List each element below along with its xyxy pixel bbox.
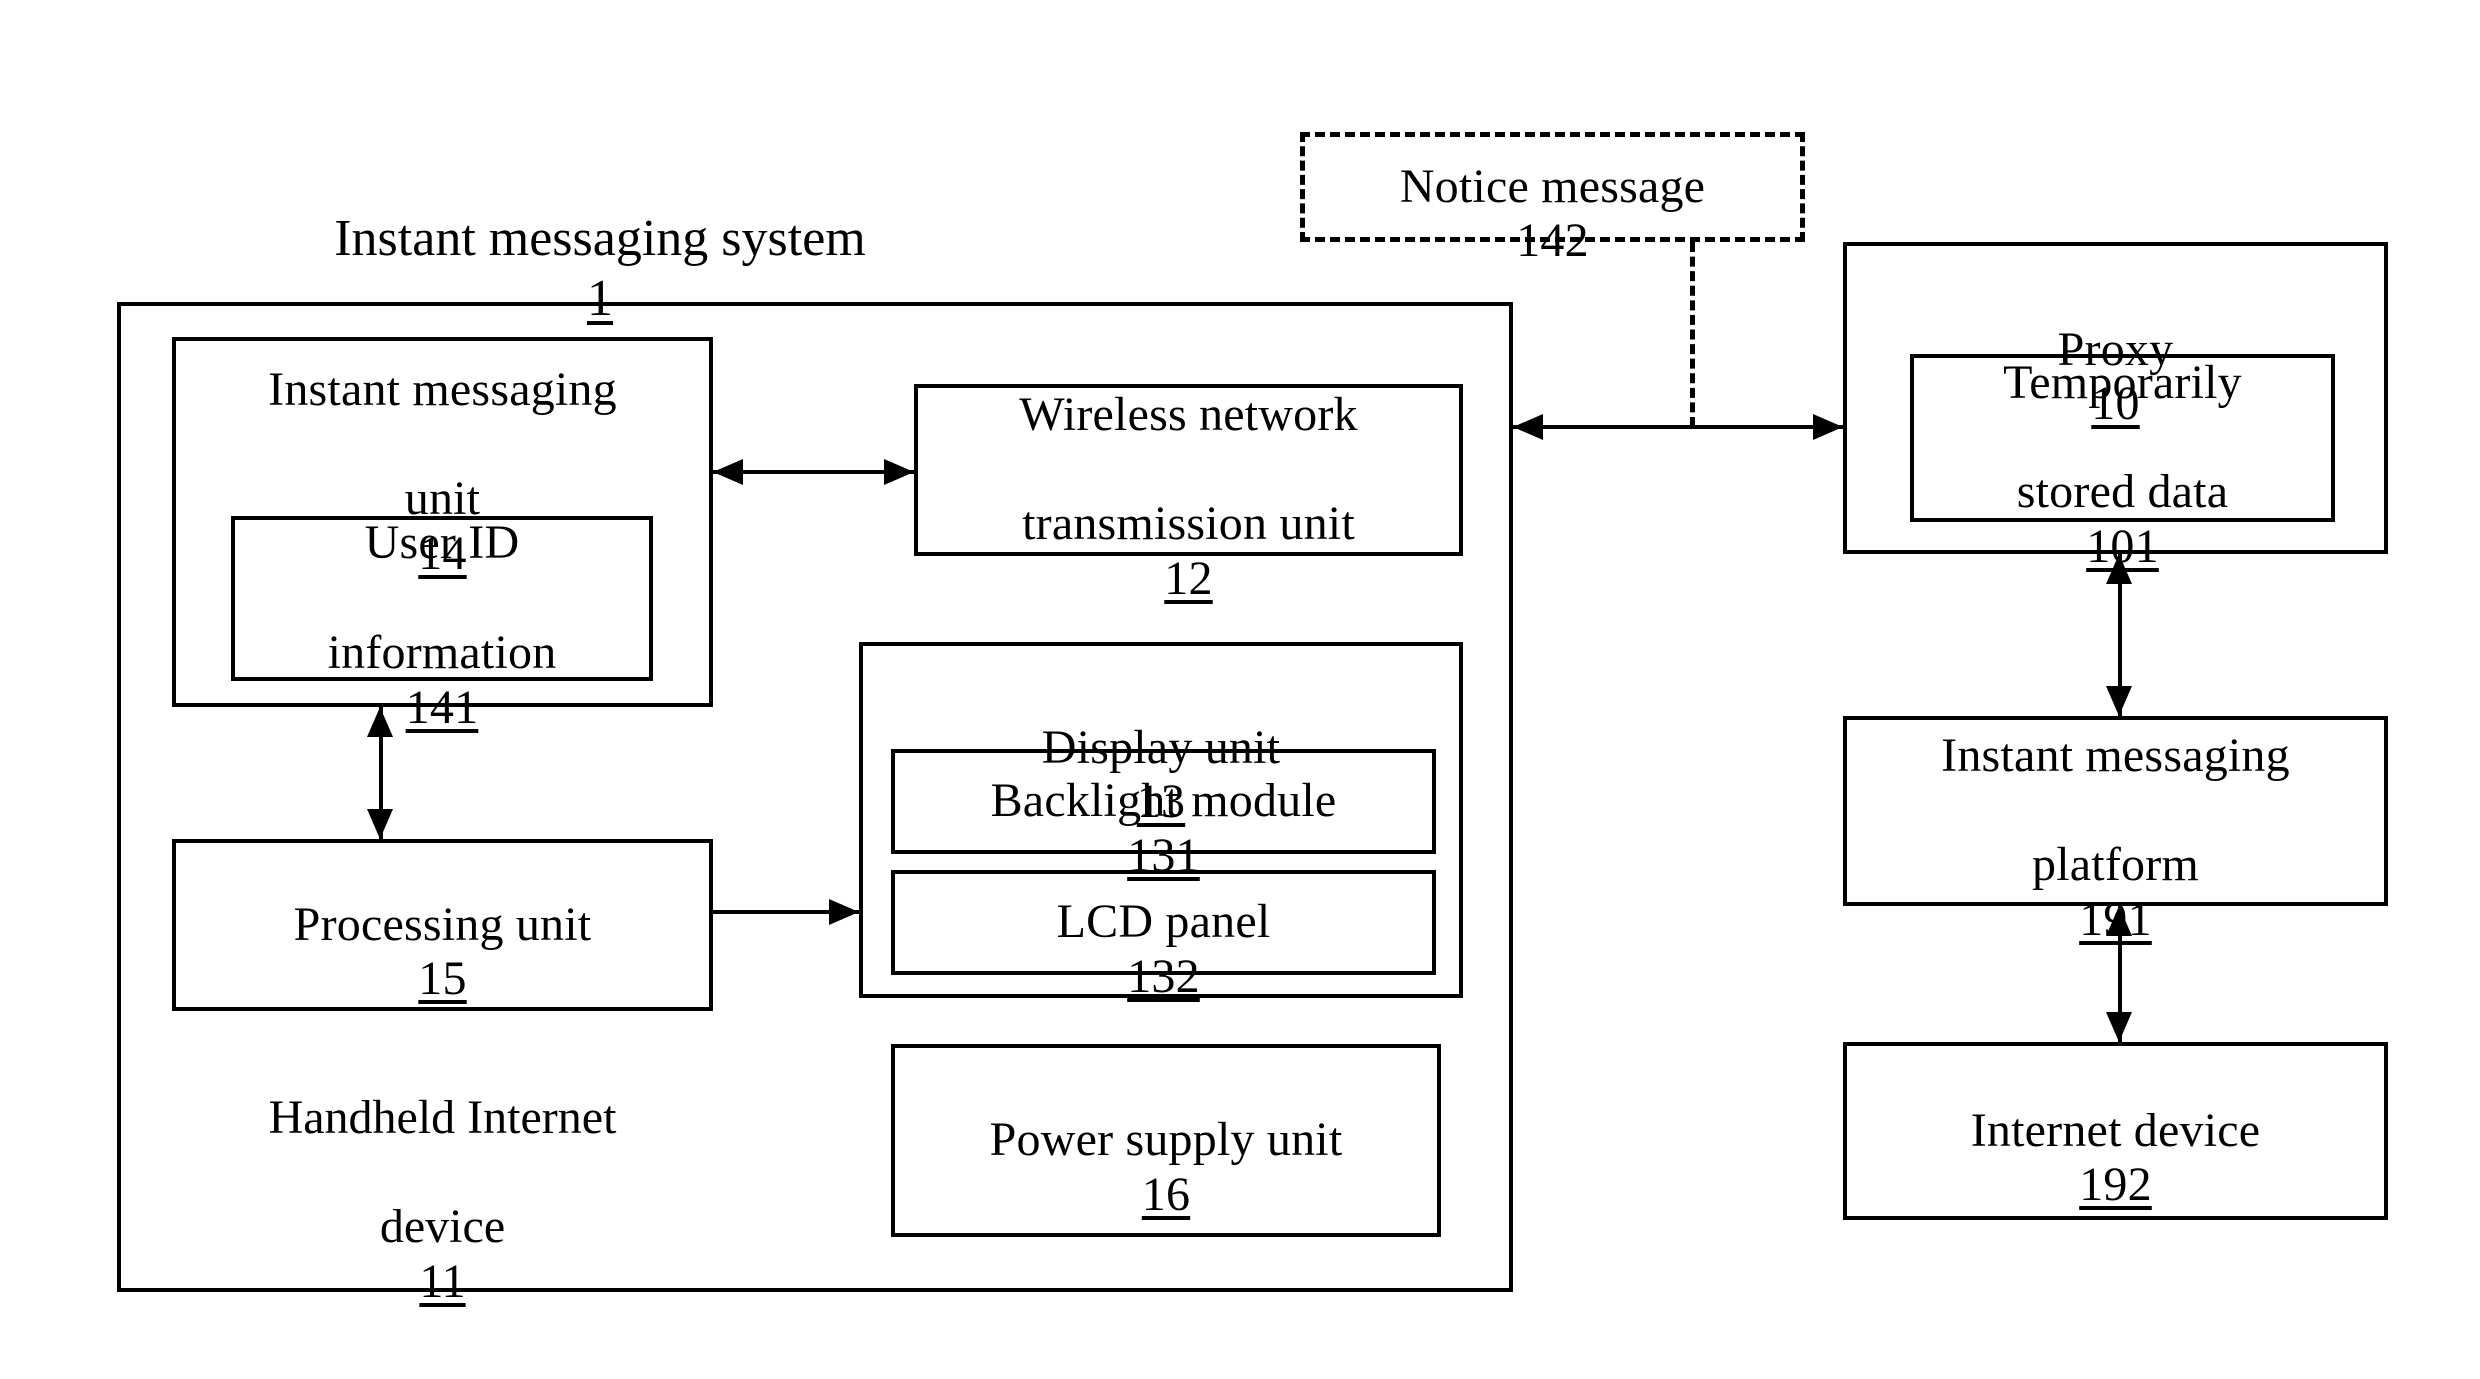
wireless-unit-line1: Wireless network	[1019, 387, 1358, 441]
notice-message-text: Notice message	[1399, 159, 1706, 213]
instant-messaging-unit-box: Instant messaging unit 14 User ID inform…	[172, 337, 713, 734]
notice-message-ref: 142	[1516, 214, 1589, 268]
wireless-unit-label: Wireless network transmission unit 12	[1019, 333, 1358, 607]
power-supply-unit-label: Power supply unit 16	[990, 1058, 1343, 1222]
internet-device-ref: 192	[2079, 1158, 2152, 1212]
backlight-module-text: Backlight module	[990, 774, 1337, 828]
handheld-caption-line2: device	[379, 1200, 506, 1254]
user-id-ref: 141	[405, 680, 479, 734]
power-supply-unit-box: Power supply unit 16	[891, 1044, 1441, 1237]
im-platform-line2: platform	[2032, 838, 2199, 892]
link-system-proxy-arrow-left	[1513, 414, 1543, 440]
link-proxy-platform-arrow-up	[2106, 554, 2132, 584]
link-system-proxy-line	[1513, 425, 1843, 429]
processing-unit-text: Processing unit	[293, 897, 592, 951]
internet-device-label: Internet device 192	[1971, 1049, 2261, 1213]
link-imunit-processing-arrow-up	[367, 707, 393, 737]
link-platform-internetdevice-arrow-up	[2106, 906, 2132, 936]
notice-message-label: Notice message 142	[1400, 105, 1705, 269]
handheld-caption-line1: Handheld Internet	[268, 1090, 617, 1144]
link-processing-display-arrow	[829, 899, 859, 925]
figure-title-text: Instant messaging system	[334, 210, 866, 268]
lcd-panel-label: LCD panel 132	[1057, 840, 1271, 1004]
user-id-line2: information	[327, 625, 557, 679]
instant-messaging-platform-box: Instant messaging platform 191	[1843, 716, 2388, 946]
temporarily-stored-data-label: Temporarily stored data 101	[2003, 301, 2242, 575]
link-imunit-processing-arrow-down	[367, 809, 393, 839]
patent-figure-canvas: Instant messaging system 1 Notice messag…	[0, 0, 2480, 1379]
wireless-unit-line2: transmission unit	[1022, 497, 1355, 551]
processing-unit-ref: 15	[418, 952, 467, 1006]
im-unit-line1: Instant messaging	[268, 363, 617, 416]
user-id-information-label: User ID information 141	[328, 462, 557, 736]
handheld-internet-device-caption: Handheld Internet device 11	[172, 1036, 713, 1310]
notice-message-box: Notice message 142	[1300, 132, 1805, 267]
user-id-information-box: User ID information 141	[231, 516, 653, 734]
link-imunit-wireless-arrow-right	[884, 459, 914, 485]
lcd-panel-ref: 132	[1127, 949, 1200, 1003]
proxy-box: Proxy 10 Temporarily stored data 101	[1843, 242, 2388, 573]
temp-data-line2: stored data	[2016, 465, 2229, 519]
internet-device-text: Internet device	[1970, 1103, 2261, 1157]
power-supply-unit-ref: 16	[1141, 1167, 1191, 1221]
wireless-network-transmission-unit-box: Wireless network transmission unit 12	[914, 384, 1463, 605]
link-platform-internetdevice-arrow-down	[2106, 1012, 2132, 1042]
display-unit-box: Display unit 13 Backlight module 131 LCD…	[859, 642, 1463, 1003]
lcd-panel-text: LCD panel	[1056, 895, 1271, 949]
internet-device-box: Internet device 192	[1843, 1042, 2388, 1220]
power-supply-unit-text: Power supply unit	[989, 1113, 1343, 1167]
handheld-caption-ref: 11	[419, 1254, 466, 1308]
instant-messaging-system-box: Instant messaging unit 14 User ID inform…	[117, 302, 1513, 1308]
temp-data-line1: Temporarily	[2003, 355, 2242, 409]
link-imunit-wireless-arrow-left	[713, 459, 743, 485]
link-system-proxy-arrow-right	[1813, 414, 1843, 440]
notice-message-dash-connector	[1690, 242, 1695, 427]
temporarily-stored-data-box: Temporarily stored data 101	[1910, 354, 2335, 573]
lcd-panel-box: LCD panel 132	[891, 870, 1436, 1003]
backlight-module-box: Backlight module 131	[891, 749, 1436, 882]
user-id-line1: User ID	[364, 516, 520, 570]
im-platform-line1: Instant messaging	[1941, 728, 2290, 782]
processing-unit-label: Processing unit 15	[294, 843, 592, 1007]
processing-unit-box: Processing unit 15	[172, 839, 713, 1011]
link-proxy-platform-arrow-down	[2106, 686, 2132, 716]
wireless-unit-ref: 12	[1164, 552, 1213, 606]
